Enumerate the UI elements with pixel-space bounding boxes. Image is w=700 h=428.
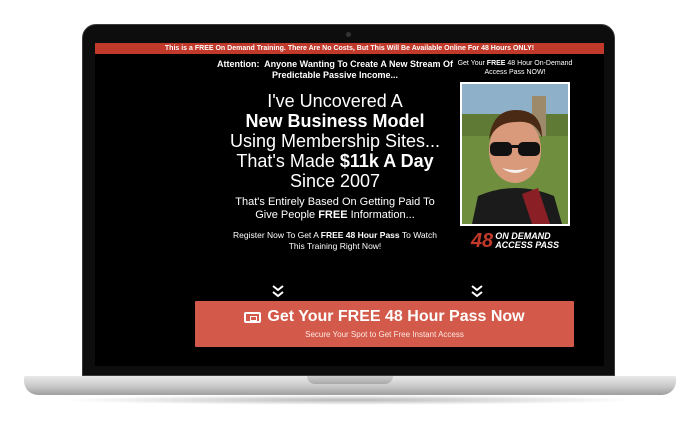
subheadline-line2: Give People FREE Information... [175,209,495,222]
laptop-notch [307,376,393,384]
double-chevron-down-icon [470,284,484,298]
register-line2: This Training Right Now! [288,241,382,251]
attention-line: Attention: Anyone Wanting To Create A Ne… [175,59,495,81]
headline-line2: New Business Model [245,111,425,131]
laptop-bezel: This is a FREE On Demand Training. There… [82,24,615,376]
camera-icon [346,32,351,37]
headline-line3: Using Membership Sites... [229,131,441,151]
main-copy: Attention: Anyone Wanting To Create A Ne… [175,59,495,252]
badge-number: 48 [470,230,494,252]
register-line1-c: To Watch [399,230,437,240]
get-pass-button[interactable]: Get Your FREE 48 Hour Pass Now Secure Yo… [195,301,574,347]
banner-text-before: This is a [164,45,195,52]
register-line1: Register Now To Get A FREE 48 Hour Pass … [175,230,495,241]
headline-line5: Since 2007 [289,171,381,191]
banner-free: FREE [194,45,214,52]
headline-line4-b: $11k A Day [339,151,434,171]
badge-line2: ACCESS PASS [495,240,560,250]
cta-main: Get Your FREE 48 Hour Pass Now [195,308,574,326]
banner-text-after: On Demand Training. There Are No Costs, … [213,45,482,52]
register-line1-b: FREE 48 Hour Pass [320,230,400,240]
subheadline: That's Entirely Based On Getting Paid To… [175,196,495,222]
register-line1-a: Register Now To Get A [233,230,321,240]
double-chevron-down-icon [271,284,285,298]
headline: I've Uncovered A New Business Model Usin… [175,91,495,191]
subheadline-line2-a: Give People [255,209,319,221]
top-banner: This is a FREE On Demand Training. There… [95,43,604,54]
attention-label: Attention: [216,59,260,69]
host-photo [460,82,570,226]
host-photo-image [462,84,568,224]
attention-line2: Predictable Passive Income... [271,70,399,80]
sidebar-line1-a: Get Your [457,60,487,67]
attention-line1: Anyone Wanting To Create A New Stream Of [264,59,454,69]
laptop-base [24,376,676,395]
sidebar-offer: Get Your FREE 48 Hour On-Demand Access P… [455,59,575,251]
subheadline-line1: That's Entirely Based On Getting Paid To [235,196,435,208]
badge-text: ON DEMAND ACCESS PASS [495,232,559,250]
register-text: Register Now To Get A FREE 48 Hour Pass … [175,230,495,252]
subheadline-line2-b: FREE [318,209,348,221]
ticket-icon [244,311,262,323]
headline-line1: I've Uncovered A [267,91,403,111]
laptop-shadow [60,395,640,405]
sidebar-text: Get Your FREE 48 Hour On-Demand Access P… [455,59,575,77]
landing-page-screen: This is a FREE On Demand Training. There… [95,43,604,366]
banner-hours: 48 Hours ONLY! [481,45,535,52]
cta-subtext: Secure Your Spot to Get Free Instant Acc… [305,330,464,339]
access-pass-badge: 48 ON DEMAND ACCESS PASS [455,231,575,251]
sidebar-line1-b: FREE [486,60,506,67]
headline-line4-a: That's Made [236,151,340,171]
sidebar-line2: Access Pass NOW! [484,69,546,76]
subheadline-line2-c: Information... [347,209,415,221]
cta-label: Get Your FREE 48 Hour Pass Now [267,308,525,325]
headline-line4: That's Made $11k A Day [175,151,495,171]
laptop-mockup: This is a FREE On Demand Training. There… [0,0,700,428]
sidebar-line1-c: 48 Hour On-Demand [505,60,573,67]
